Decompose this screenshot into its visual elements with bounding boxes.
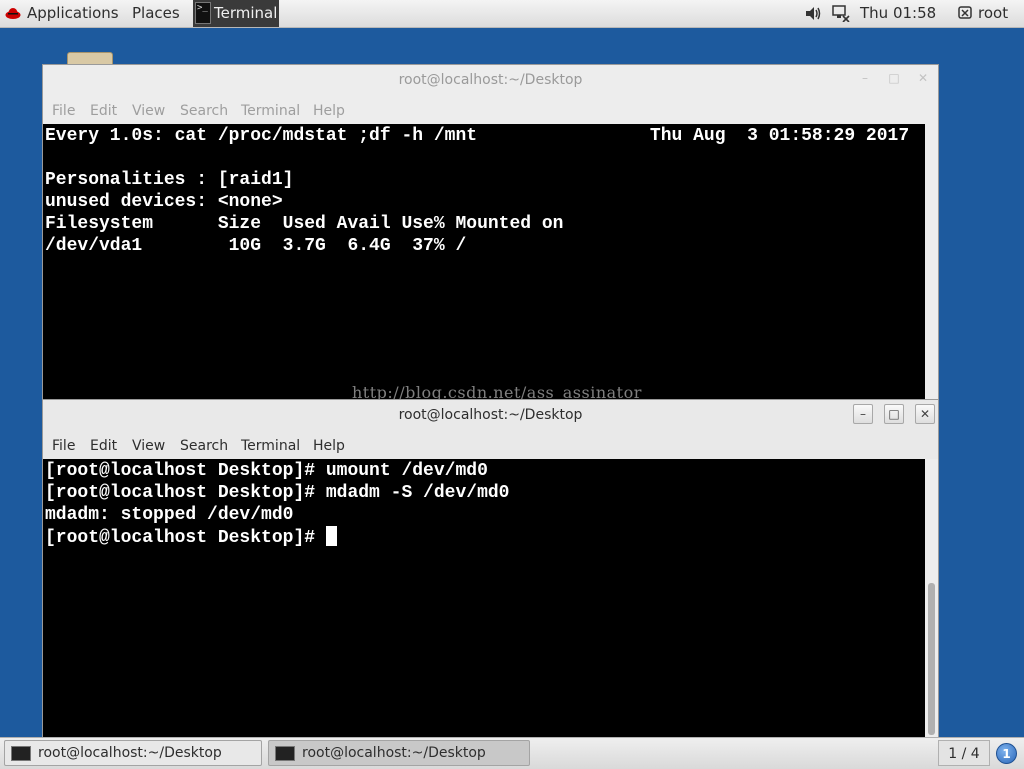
minimize-button[interactable]: – — [853, 404, 873, 424]
minimize-button[interactable]: – — [855, 69, 875, 89]
terminal-window-back[interactable]: root@localhost:~/Desktop – □ ✕ File Edit… — [42, 64, 939, 405]
window-title[interactable]: root@localhost:~/Desktop — [43, 400, 938, 431]
user-icon — [958, 6, 972, 19]
menu-view[interactable]: View — [132, 98, 165, 124]
scrollbar[interactable] — [925, 124, 938, 405]
menu-terminal[interactable]: Terminal — [241, 98, 300, 124]
menu-bar: File Edit View Search Terminal Help — [43, 433, 938, 459]
menu-terminal[interactable]: Terminal — [241, 433, 300, 459]
terminal-line: [root@localhost Desktop]# umount /dev/md… — [45, 461, 488, 481]
text-cursor — [325, 526, 337, 546]
network-icon[interactable] — [832, 5, 850, 22]
window-title[interactable]: root@localhost:~/Desktop — [43, 65, 938, 96]
notification-badge[interactable]: 1 — [996, 743, 1017, 764]
places-menu[interactable]: Places — [132, 0, 180, 27]
scrollbar[interactable] — [925, 459, 938, 738]
taskbar-window-button-active[interactable]: root@localhost:~/Desktop — [268, 740, 530, 766]
terminal-line: Personalities : [raid1] — [45, 170, 294, 190]
redhat-logo-icon — [5, 8, 21, 19]
terminal-line: mdadm: stopped /dev/md0 — [45, 505, 294, 525]
close-button[interactable]: ✕ — [913, 69, 933, 89]
scrollbar-thumb[interactable] — [928, 583, 935, 735]
menu-search[interactable]: Search — [180, 433, 228, 459]
close-button[interactable]: ✕ — [915, 404, 935, 424]
top-panel: Applications Places >_ Terminal Thu 01:5… — [0, 0, 1024, 28]
terminal-line: Every 1.0s: cat /proc/mdstat ;df -h /mnt… — [45, 126, 910, 146]
menu-edit[interactable]: Edit — [90, 433, 117, 459]
maximize-button[interactable]: □ — [884, 69, 904, 89]
user-menu[interactable]: root — [978, 0, 1008, 27]
applications-menu[interactable]: Applications — [27, 0, 119, 27]
terminal-prompt: [root@localhost Desktop]# — [45, 528, 326, 548]
terminal-output[interactable]: [root@localhost Desktop]# umount /dev/md… — [43, 459, 925, 738]
maximize-button[interactable]: □ — [884, 404, 904, 424]
volume-icon[interactable] — [805, 6, 821, 21]
terminal-line: /dev/vda1 10G 3.7G 6.4G 37% / — [45, 236, 467, 256]
menu-file[interactable]: File — [52, 98, 75, 124]
terminal-line: [root@localhost Desktop]# mdadm -S /dev/… — [45, 483, 510, 503]
terminal-output[interactable]: Every 1.0s: cat /proc/mdstat ;df -h /mnt… — [43, 124, 925, 405]
terminal-line: Filesystem Size Used Avail Use% Mounted … — [45, 214, 564, 234]
terminal-prompt-line[interactable]: [root@localhost Desktop]# — [45, 526, 337, 548]
terminal-launcher-label: Terminal — [214, 4, 278, 22]
terminal-icon — [275, 746, 295, 761]
terminal-icon: >_ — [195, 2, 211, 24]
taskbar-window-label: root@localhost:~/Desktop — [38, 745, 222, 761]
menu-edit[interactable]: Edit — [90, 98, 117, 124]
taskbar-window-label: root@localhost:~/Desktop — [302, 745, 486, 761]
taskbar-window-button[interactable]: root@localhost:~/Desktop — [4, 740, 262, 766]
clock[interactable]: Thu 01:58 — [860, 0, 936, 27]
menu-file[interactable]: File — [52, 433, 75, 459]
terminal-launcher[interactable]: >_ Terminal — [193, 0, 279, 27]
taskbar: root@localhost:~/Desktop root@localhost:… — [0, 737, 1024, 769]
menu-bar: File Edit View Search Terminal Help — [43, 98, 938, 124]
terminal-line: unused devices: <none> — [45, 192, 283, 212]
menu-help[interactable]: Help — [313, 98, 345, 124]
menu-search[interactable]: Search — [180, 98, 228, 124]
terminal-window-front[interactable]: root@localhost:~/Desktop – □ ✕ File Edit… — [42, 399, 939, 738]
terminal-icon — [11, 746, 31, 761]
menu-help[interactable]: Help — [313, 433, 345, 459]
workspace-indicator[interactable]: 1 / 4 — [938, 740, 990, 766]
menu-view[interactable]: View — [132, 433, 165, 459]
